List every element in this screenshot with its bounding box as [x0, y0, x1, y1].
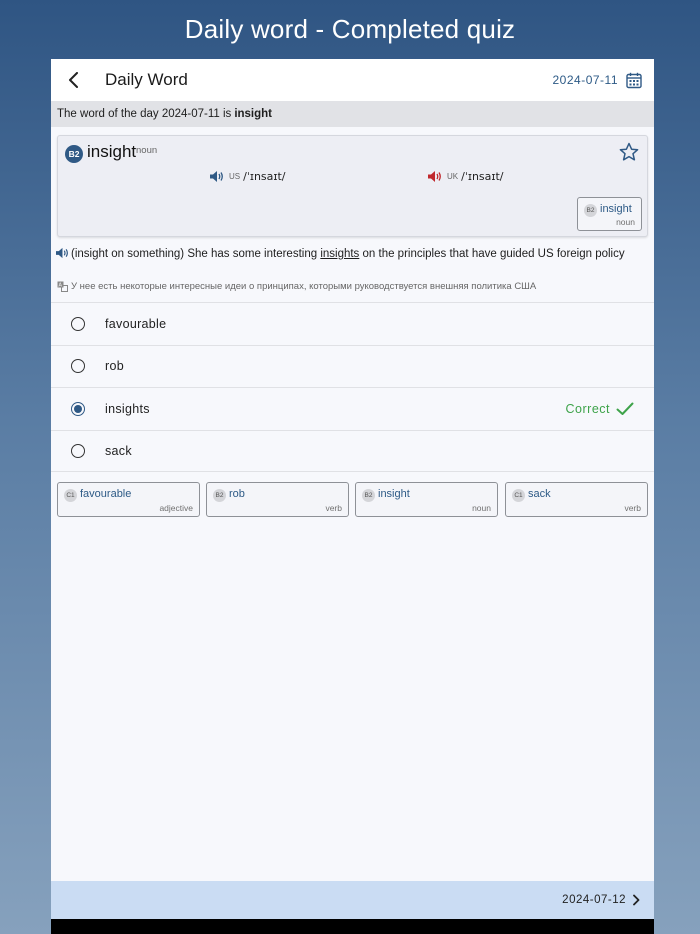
radio-button[interactable] — [71, 443, 85, 458]
chip-level-badge: B2 — [213, 489, 226, 502]
word-chip-rob[interactable]: B2 rob verb — [206, 482, 349, 517]
checkmark-icon — [616, 402, 634, 415]
uk-pronunciation-button[interactable]: UK /ˈɪnsaɪt/ — [427, 170, 504, 183]
quiz-option-sack[interactable]: sack — [51, 429, 654, 472]
translation-text: У нее есть некоторые интересные идеи о п… — [71, 281, 537, 292]
option-label: favourable — [105, 316, 167, 331]
option-label: insights — [105, 401, 150, 416]
chip-word: insight — [378, 488, 410, 500]
star-icon — [619, 142, 639, 161]
word-chip-insight[interactable]: B2 insight noun — [577, 197, 642, 231]
chip-pos: verb — [325, 503, 342, 513]
app-bar: Daily Word 2024-07-11 — [51, 59, 654, 101]
word-entry-card: B2 insight noun US /ˈɪnsaɪt/ UK /ˈɪnsaɪt… — [57, 135, 648, 237]
chip-level-badge: C1 — [512, 489, 525, 502]
system-bottom-bar — [51, 919, 654, 934]
back-button[interactable] — [63, 69, 85, 91]
chip-word: sack — [528, 488, 551, 500]
example-sentence: (insight on something) She has some inte… — [55, 246, 647, 264]
level-badge: B2 — [65, 145, 83, 163]
word-of-day-prefix: The word of the day 2024-07-11 is — [57, 108, 232, 120]
us-ipa: /ˈɪnsaɪt/ — [243, 170, 286, 183]
chip-word: insight — [600, 203, 632, 215]
quiz-options: favourable rob insights Correct sack — [51, 302, 654, 472]
chevron-right-icon — [633, 894, 640, 906]
quiz-option-favourable[interactable]: favourable — [51, 302, 654, 345]
chip-pos: noun — [616, 217, 635, 227]
calendar-icon — [626, 72, 642, 88]
quiz-option-rob[interactable]: rob — [51, 344, 654, 387]
quiz-option-insights[interactable]: insights Correct — [51, 387, 654, 430]
example-text-after: on the principles that have guided US fo… — [359, 248, 625, 260]
correct-indicator: Correct — [566, 402, 634, 416]
correct-label: Correct — [565, 401, 610, 416]
svg-text:A: A — [59, 283, 63, 289]
uk-ipa: /ˈɪnsaɪt/ — [461, 170, 504, 183]
page-title: Daily Word — [105, 70, 188, 89]
word-chips-row: C1 favourable adjective B2 rob verb B2 i… — [57, 482, 648, 518]
option-label: sack — [105, 443, 132, 458]
word-chip-sack[interactable]: C1 sack verb — [505, 482, 648, 517]
chip-level-badge: B2 — [362, 489, 375, 502]
chip-level-badge: C1 — [64, 489, 77, 502]
word-of-day-banner: The word of the day 2024-07-11 is insigh… — [51, 101, 654, 127]
current-date: 2024-07-11 — [552, 73, 618, 87]
radio-button[interactable] — [71, 359, 85, 374]
speaker-icon — [428, 171, 441, 182]
date-picker-button[interactable]: 2024-07-11 — [553, 72, 643, 89]
app-screen: Daily Word 2024-07-11 The word of the da… — [51, 59, 654, 934]
chip-word: favourable — [80, 488, 132, 500]
back-arrow-icon — [69, 72, 78, 88]
translate-icon: A — [57, 281, 68, 292]
example-audio-button[interactable] — [55, 247, 69, 264]
option-label: rob — [105, 359, 124, 374]
chip-level-badge: B2 — [584, 204, 597, 217]
word-of-day-word: insight — [234, 108, 273, 120]
chip-pos: verb — [624, 503, 641, 513]
radio-button-selected[interactable] — [71, 401, 85, 416]
radio-button[interactable] — [71, 316, 85, 331]
speaker-icon — [210, 171, 223, 182]
favorite-button[interactable] — [619, 142, 639, 167]
word-chip-insight[interactable]: B2 insight noun — [355, 482, 498, 517]
headword-pos: noun — [136, 145, 158, 156]
chip-word: rob — [229, 488, 245, 500]
example-translation: A У нее есть некоторые интересные идеи о… — [57, 281, 536, 292]
banner-title: Daily word - Completed quiz — [184, 13, 516, 44]
next-date: 2024-07-12 — [562, 894, 626, 906]
example-text-before: (insight on something) She has some inte… — [71, 248, 321, 260]
uk-region-label: UK — [447, 172, 459, 181]
word-chip-favourable[interactable]: C1 favourable adjective — [57, 482, 200, 517]
us-pronunciation-button[interactable]: US /ˈɪnsaɪt/ — [209, 170, 286, 183]
example-highlight: insights — [320, 248, 360, 260]
chip-pos: noun — [472, 503, 491, 513]
screenshot-banner: Daily word - Completed quiz — [0, 0, 700, 58]
headword: insight — [87, 142, 137, 161]
chip-pos: adjective — [159, 503, 193, 513]
us-region-label: US — [229, 172, 241, 181]
next-day-button[interactable]: 2024-07-12 — [51, 881, 654, 919]
speaker-icon — [56, 247, 68, 259]
